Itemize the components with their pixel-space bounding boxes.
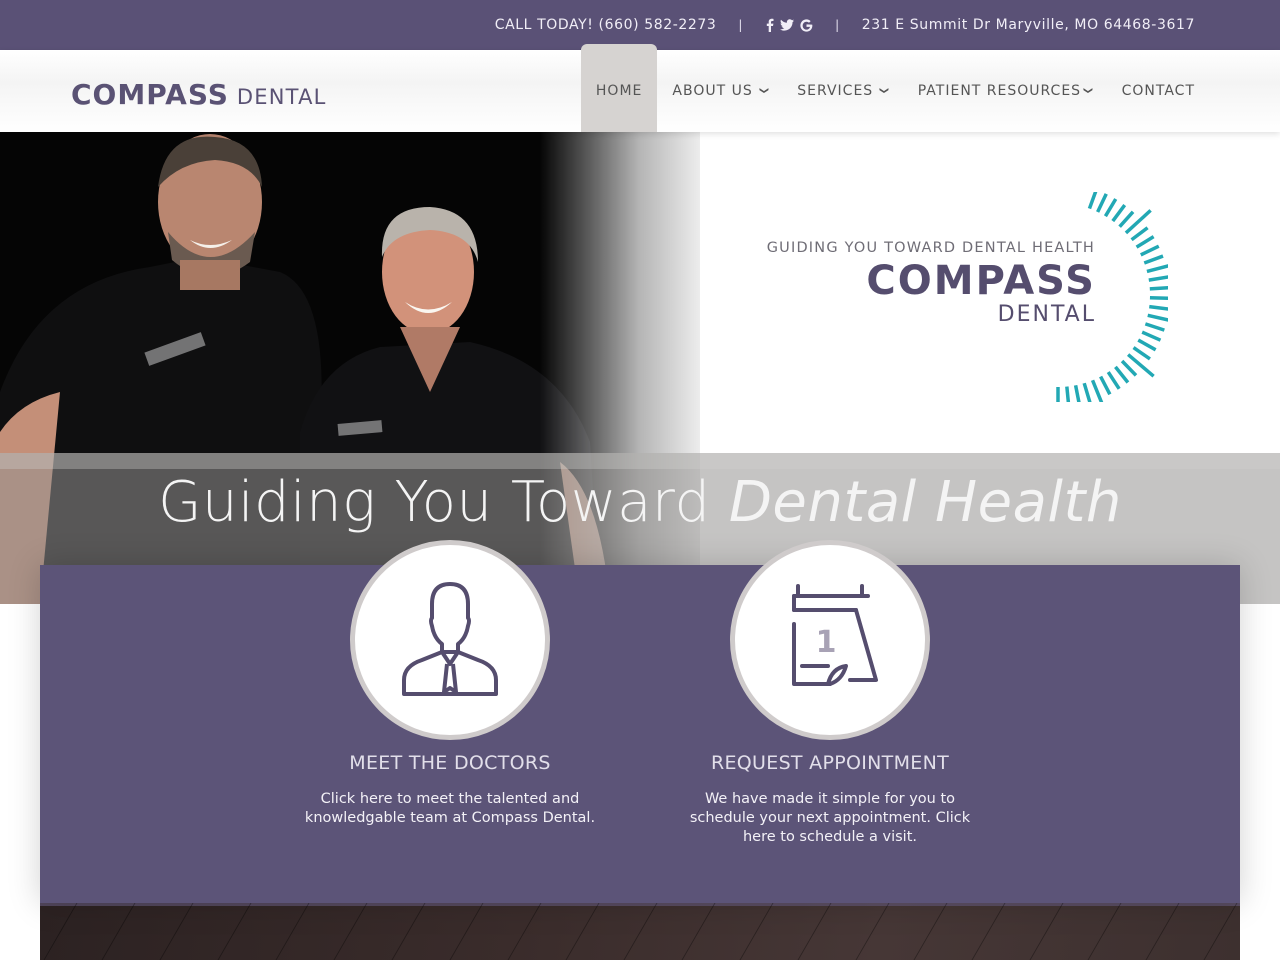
floor-plank [681, 903, 716, 960]
nav-label: CONTACT [1121, 83, 1195, 99]
compass-tick [1149, 296, 1168, 301]
social-links [765, 18, 813, 32]
floor-plank [797, 903, 832, 960]
nav-about-us[interactable]: ABOUT US ❯ [657, 50, 782, 132]
floor-plank [1029, 903, 1064, 960]
floor-plank [1087, 903, 1122, 960]
compass-tick [1140, 244, 1160, 257]
feature-title: REQUEST APPOINTMENT [711, 752, 949, 774]
floor-plank [217, 903, 252, 960]
floor-plank [449, 903, 484, 960]
compass-tick [1143, 254, 1164, 265]
call-today-link[interactable]: CALL TODAY! (660) 582-2273 [495, 17, 717, 33]
features-panel [40, 565, 1240, 903]
compass-tick [1130, 226, 1149, 242]
floor-plank [1145, 903, 1180, 960]
compass-tick [1120, 359, 1138, 377]
chevron-down-icon: ❯ [758, 86, 769, 96]
top-bar: CALL TODAY! (660) 582-2273 | | 231 E Sum… [0, 0, 1280, 50]
nav-label: PATIENT RESOURCES [917, 83, 1082, 99]
nav-label: ABOUT US [672, 83, 753, 99]
logo-dental: DENTAL [236, 85, 327, 109]
chevron-down-icon: ❯ [878, 86, 889, 96]
hero-banner: GUIDING YOU TOWARD DENTAL HEALTH COMPASS… [0, 132, 1280, 604]
compass-tick [1111, 203, 1127, 223]
floor-plank [913, 903, 948, 960]
wood-floor-section [40, 903, 1240, 960]
calendar-number: 1 [816, 625, 837, 660]
google-icon[interactable] [800, 18, 813, 32]
compass-tick [1103, 198, 1118, 218]
compass-tick [1096, 193, 1108, 213]
nav-contact[interactable]: CONTACT [1107, 50, 1195, 132]
nav-services[interactable]: SERVICES ❯ [782, 50, 902, 132]
floor-plank [739, 903, 774, 960]
floor-plank [159, 903, 194, 960]
twitter-icon[interactable] [780, 19, 795, 31]
compass-tick [1118, 210, 1135, 228]
nav-home[interactable]: HOME [580, 44, 658, 132]
compass-tick [1149, 285, 1168, 291]
compass-tick [1144, 322, 1165, 332]
compass-tick [1114, 365, 1130, 384]
compass-tick [1065, 386, 1071, 402]
compass-tick [1082, 382, 1092, 402]
compass-tick [1148, 275, 1168, 282]
compass-tick [1106, 371, 1121, 390]
floor-plank [855, 903, 890, 960]
nav-label: SERVICES [797, 83, 874, 99]
facebook-icon[interactable] [765, 18, 774, 32]
compass-arc-icon [1056, 192, 1168, 402]
compass-tick [1141, 330, 1162, 342]
feature-circle [350, 540, 550, 740]
compass-tick [1149, 304, 1168, 311]
compass-tick [1147, 313, 1168, 322]
floor-plank [275, 903, 310, 960]
floor-plank [43, 903, 78, 960]
doctor-icon [402, 582, 498, 696]
compass-tick [1099, 375, 1112, 396]
nav-patient-resources[interactable]: PATIENT RESOURCES ❯ [903, 50, 1107, 132]
floor-plank [333, 903, 368, 960]
main-nav: HOME ABOUT US ❯ SERVICES ❯ PATIENT RESOU… [580, 44, 1195, 132]
separator: | [835, 18, 840, 32]
floor-plank [971, 903, 1006, 960]
feature-title: MEET THE DOCTORS [349, 752, 551, 774]
feature-circle: 1 [730, 540, 930, 740]
feature-description: Click here to meet the talented and know… [304, 791, 596, 826]
hero-headline: Guiding You Toward Dental Health [0, 470, 1280, 535]
floor-plank [391, 903, 426, 960]
floor-plank [507, 903, 542, 960]
floor-plank [101, 903, 136, 960]
chevron-down-icon: ❯ [1082, 86, 1093, 96]
compass-tick [1146, 264, 1168, 274]
logo-compass: COMPASS [71, 78, 229, 111]
compass-tick [1135, 235, 1155, 249]
floor-plank [565, 903, 600, 960]
nav-label: HOME [595, 83, 643, 99]
headline-italic: Dental Health [728, 470, 1122, 535]
calendar-icon: 1 [792, 584, 878, 686]
floor-plank [623, 903, 658, 960]
compass-tick [1073, 384, 1081, 402]
headline-regular: Guiding You Toward [158, 470, 729, 535]
compass-tick [1137, 338, 1157, 352]
site-header: COMPASS DENTAL HOME ABOUT US ❯ SERVICES … [0, 44, 1280, 132]
site-logo[interactable]: COMPASS DENTAL [71, 78, 327, 111]
compass-tick [1132, 346, 1151, 361]
address-link[interactable]: 231 E Summit Dr Maryville, MO 64468-3617 [862, 17, 1195, 33]
floor-plank [1203, 903, 1238, 960]
feature-description: We have made it simple for you to schedu… [689, 791, 971, 845]
hero-logo: GUIDING YOU TOWARD DENTAL HEALTH COMPASS… [748, 192, 1168, 402]
separator: | [738, 18, 744, 32]
